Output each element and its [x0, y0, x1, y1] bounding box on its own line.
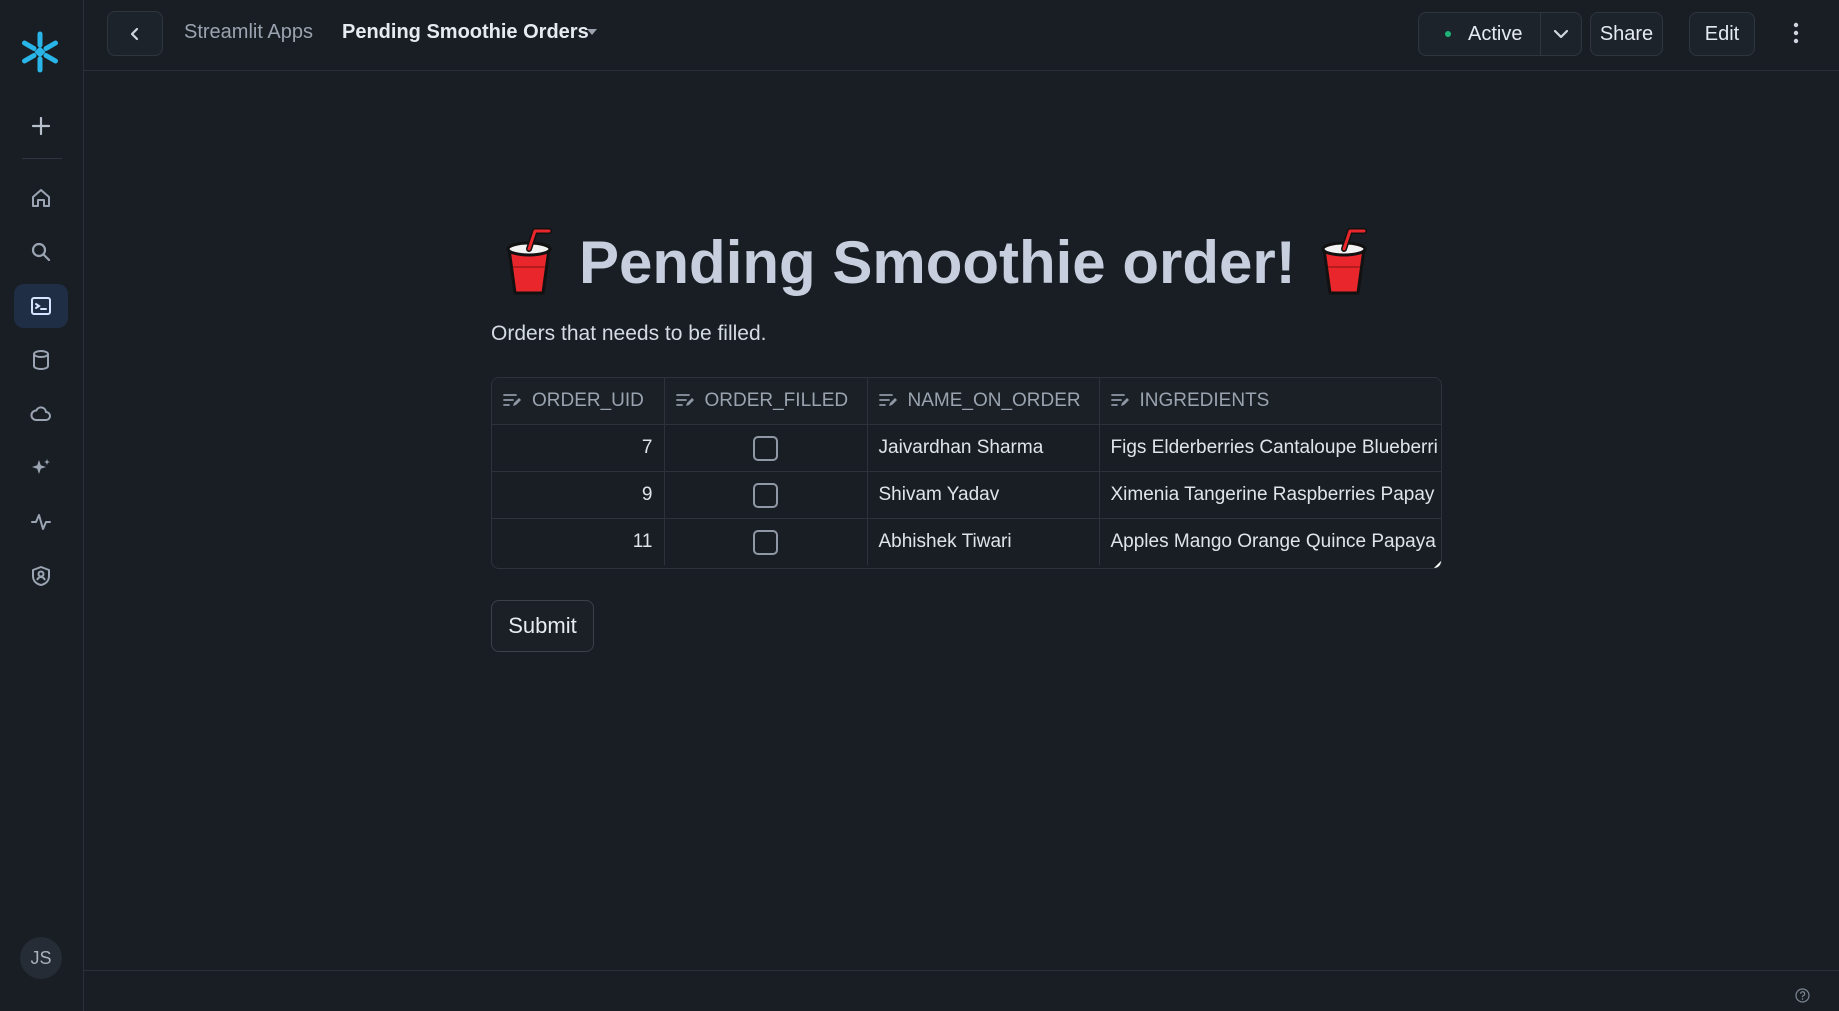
table-header-row: ORDER_UID ORDER_FILLED NAME_ON_ORDER ING… [492, 378, 1441, 425]
snowflake-logo-icon[interactable] [18, 30, 62, 74]
cell-order-filled [664, 424, 868, 472]
cup-with-straw-icon [506, 228, 552, 295]
more-options-icon[interactable] [1786, 20, 1806, 46]
cell-ingredients[interactable]: Ximenia Tangerine Raspberries Papay [1099, 471, 1441, 519]
search-icon[interactable] [14, 230, 68, 274]
cell-ingredients[interactable]: Figs Elderberries Cantaloupe Blueberri [1099, 424, 1441, 472]
app-title[interactable]: Pending Smoothie Orders [342, 21, 589, 44]
table-row: 9 Shivam Yadav Ximenia Tangerine Raspber… [492, 471, 1441, 519]
top-bar: Streamlit Apps Pending Smoothie Orders A… [84, 0, 1839, 71]
status-label: Active [1468, 22, 1523, 45]
back-button[interactable] [107, 11, 163, 56]
breadcrumb-streamlit-apps[interactable]: Streamlit Apps [184, 21, 313, 44]
column-header-order-uid[interactable]: ORDER_UID [492, 378, 665, 425]
orders-data-editor: ORDER_UID ORDER_FILLED NAME_ON_ORDER ING… [491, 377, 1442, 569]
order-filled-checkbox[interactable] [753, 435, 778, 461]
chevron-left-icon [130, 27, 139, 40]
cell-name-on-order[interactable]: Jaivardhan Sharma [867, 424, 1100, 472]
column-header-name-on-order[interactable]: NAME_ON_ORDER [867, 378, 1100, 425]
cell-order-uid[interactable]: 9 [492, 471, 665, 519]
cell-order-uid[interactable]: 7 [492, 424, 665, 472]
cell-order-filled [664, 471, 868, 519]
edit-button[interactable]: Edit [1689, 12, 1755, 56]
column-header-label: ORDER_UID [532, 390, 644, 411]
table-row: 7 Jaivardhan Sharma Figs Elderberries Ca… [492, 424, 1441, 472]
share-button[interactable]: Share [1590, 12, 1663, 56]
caret-down-icon[interactable] [586, 28, 598, 36]
cloud-icon[interactable] [14, 392, 68, 436]
left-nav-rail: JS [0, 0, 84, 1011]
editable-column-icon [675, 394, 694, 406]
cell-name-on-order[interactable]: Abhishek Tiwari [867, 518, 1100, 565]
chevron-down-icon [1553, 29, 1569, 39]
home-icon[interactable] [14, 176, 68, 220]
terminal-icon[interactable] [14, 284, 68, 328]
database-icon[interactable] [14, 338, 68, 382]
editable-column-icon [503, 394, 521, 406]
cell-order-filled [664, 518, 868, 565]
page-title-text: Pending Smoothie order! [579, 228, 1296, 296]
sparkle-icon[interactable] [14, 446, 68, 490]
editable-column-icon [1110, 394, 1129, 406]
user-avatar[interactable]: JS [20, 937, 62, 979]
column-header-order-filled[interactable]: ORDER_FILLED [664, 378, 868, 425]
create-plus-icon[interactable] [14, 104, 68, 148]
status-dot-icon [1445, 31, 1451, 37]
order-filled-checkbox[interactable] [753, 529, 778, 555]
activity-icon[interactable] [14, 500, 68, 544]
cup-with-straw-icon [1321, 228, 1367, 295]
shield-user-icon[interactable] [14, 554, 68, 598]
table-row: 11 Abhishek Tiwari Apples Mango Orange Q… [492, 518, 1441, 566]
editable-column-icon [878, 394, 897, 406]
order-filled-checkbox[interactable] [753, 482, 778, 508]
column-header-ingredients[interactable]: INGREDIENTS [1099, 378, 1441, 425]
table-resize-handle[interactable] [1434, 561, 1441, 568]
rail-divider [22, 158, 62, 159]
column-header-label: NAME_ON_ORDER [907, 390, 1081, 411]
column-header-label: ORDER_FILLED [704, 390, 849, 411]
page-title: Pending Smoothie order! [491, 222, 1374, 302]
cell-ingredients[interactable]: Apples Mango Orange Quince Papaya [1099, 519, 1441, 566]
footer-divider [84, 970, 1839, 971]
status-dropdown-button[interactable] [1541, 13, 1581, 55]
help-icon[interactable] [1795, 988, 1810, 1003]
submit-button[interactable]: Submit [491, 600, 594, 652]
page-subtitle: Orders that needs to be filled. [491, 322, 767, 345]
cell-order-uid[interactable]: 11 [492, 518, 665, 565]
active-status-button[interactable]: Active [1419, 13, 1541, 55]
cell-name-on-order[interactable]: Shivam Yadav [867, 471, 1100, 519]
column-header-label: INGREDIENTS [1139, 390, 1270, 411]
status-control: Active [1418, 12, 1582, 56]
